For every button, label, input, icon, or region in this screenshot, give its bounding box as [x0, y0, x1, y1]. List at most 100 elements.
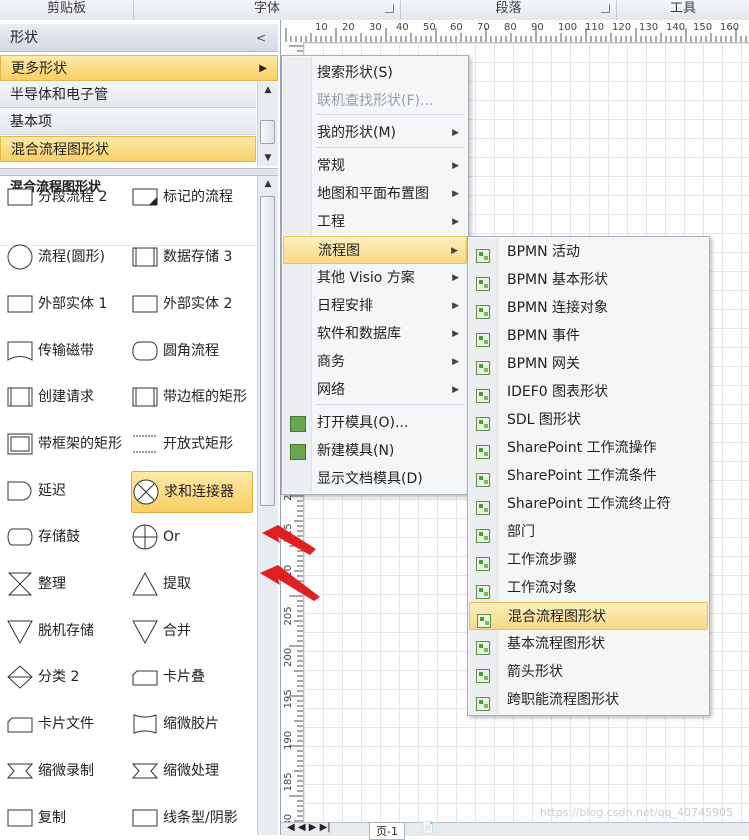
dialog-launcher-icon[interactable] [385, 4, 394, 13]
ruler-label: 10 [315, 22, 328, 33]
more-shapes-button[interactable]: 更多形状 ▶ [0, 55, 278, 81]
shape-label: 合并 [163, 622, 191, 639]
shape-item[interactable]: 缩微处理 [131, 751, 253, 791]
shape-item[interactable]: 脱机存储 [6, 611, 128, 651]
shape-item[interactable]: 卡片文件 [6, 704, 128, 744]
shape-item[interactable]: 存储鼓 [6, 517, 128, 557]
shape-item[interactable]: 外部实体 1 [6, 284, 128, 324]
menu-item[interactable]: 商务 ▶ [283, 348, 467, 376]
scrollbar-thumb[interactable] [260, 120, 275, 144]
submenu-arrow-icon: ▶ [452, 189, 459, 199]
ribbon-group-label: 剪贴板 [46, 1, 86, 16]
menu-item[interactable]: 我的形状(M) ▶ [283, 119, 467, 147]
menu-item[interactable]: 打开模具(O)... [283, 409, 467, 437]
shape-icon [131, 763, 159, 779]
shape-item[interactable]: 流程(圆形) [6, 237, 128, 277]
shape-item[interactable]: 带边框的矩形 [131, 377, 253, 417]
shape-item[interactable]: 分段流程 2 [6, 177, 128, 217]
shape-item[interactable]: 外部实体 2 [131, 284, 253, 324]
submenu-arrow-icon: ▶ [452, 357, 459, 367]
menu-item[interactable]: 地图和平面布置图 ▶ [283, 180, 467, 208]
submenu-item[interactable]: 部门 [469, 518, 708, 546]
menu-item-label: 其他 Visio 方案 [317, 270, 415, 286]
submenu-item-label: SharePoint 工作流终止符 [507, 496, 671, 512]
stencil-icon [476, 665, 490, 683]
collapse-panel-icon[interactable]: < [256, 24, 266, 52]
shape-item[interactable]: 标记的流程 [131, 177, 253, 217]
shape-item[interactable]: 数据存储 3 [131, 237, 253, 277]
submenu-item[interactable]: 工作流对象 [469, 574, 708, 602]
submenu-item-label: SharePoint 工作流操作 [507, 440, 657, 456]
ruler-label: 150 [693, 22, 712, 33]
submenu-item[interactable]: BPMN 活动 [469, 238, 708, 266]
shape-item[interactable]: Or [131, 517, 253, 557]
insert-page-icon[interactable]: 📄 [421, 821, 435, 834]
menu-item-label: 常规 [317, 158, 345, 174]
scroll-up-icon[interactable]: ▲ [258, 176, 278, 192]
menu-item[interactable]: 其他 Visio 方案 ▶ [283, 264, 467, 292]
stencil-label: 混合流程图形状 [11, 142, 109, 158]
menu-item[interactable]: 软件和数据库 ▶ [283, 320, 467, 348]
ribbon-group-label: 工具 [669, 1, 696, 16]
menu-item-label: 搜索形状(S) [317, 65, 393, 81]
scroll-up-icon[interactable]: ▲ [258, 82, 278, 98]
shape-item[interactable]: 分类 2 [6, 657, 128, 697]
submenu-item[interactable]: BPMN 网关 [469, 350, 708, 378]
submenu-item[interactable]: 跨职能流程图形状 [469, 686, 708, 714]
menu-item[interactable]: 网络 ▶ [283, 376, 467, 404]
shape-item[interactable]: 传输磁带 [6, 331, 128, 371]
scroll-down-icon[interactable]: ▼ [258, 150, 278, 166]
shapes-list-scrollbar[interactable]: ▲ [257, 176, 278, 835]
shape-item[interactable]: 线条型/阴影 [131, 798, 253, 838]
menu-item[interactable]: 新建模具(N) [283, 437, 467, 465]
submenu-item[interactable]: SharePoint 工作流操作 [469, 434, 708, 462]
menu-item[interactable]: 显示文档模具(D) [283, 465, 467, 493]
menu-item[interactable]: 流程图 ▶ [283, 236, 467, 264]
page-tab[interactable]: 页-1 [369, 822, 405, 840]
dialog-launcher-icon[interactable] [601, 4, 610, 13]
shape-item[interactable]: 延迟 [6, 471, 128, 511]
menu-item[interactable]: 搜索形状(S) [283, 59, 467, 87]
ribbon-group-label: 字体 [253, 1, 280, 16]
scrollbar-thumb[interactable] [260, 196, 275, 506]
panel-splitter[interactable] [0, 168, 278, 176]
shape-item[interactable]: 创建请求 [6, 377, 128, 417]
shape-label: 标记的流程 [163, 188, 233, 205]
submenu-item[interactable]: IDEF0 图表形状 [469, 378, 708, 406]
shape-item[interactable]: 带框架的矩形 [6, 424, 128, 464]
shape-item[interactable]: 开放式矩形 [131, 424, 253, 464]
submenu-item[interactable]: BPMN 基本形状 [469, 266, 708, 294]
shape-item[interactable]: 圆角流程 [131, 331, 253, 371]
stencil-icon [476, 301, 490, 319]
submenu-item[interactable]: 基本流程图形状 [469, 630, 708, 658]
ruler-label: 100 [558, 22, 577, 33]
submenu-item[interactable]: SDL 图形状 [469, 406, 708, 434]
submenu-item[interactable]: 混合流程图形状 [469, 602, 708, 630]
shape-item[interactable]: 求和连接器 [131, 471, 253, 513]
shape-item[interactable]: 合并 [131, 611, 253, 651]
shape-item[interactable]: 整理 [6, 564, 128, 604]
submenu-arrow-icon: ▶ [452, 385, 459, 395]
submenu-item[interactable]: BPMN 事件 [469, 322, 708, 350]
menu-item[interactable]: 常规 ▶ [283, 152, 467, 180]
submenu-item[interactable]: SharePoint 工作流条件 [469, 462, 708, 490]
stencil-item-mixed-flowchart[interactable]: 混合流程图形状 [0, 136, 256, 162]
shape-item[interactable]: 卡片叠 [131, 657, 253, 697]
submenu-item[interactable]: SharePoint 工作流终止符 [469, 490, 708, 518]
menu-item[interactable]: 日程安排 ▶ [283, 292, 467, 320]
shape-item[interactable]: 提取 [131, 564, 253, 604]
ribbon-group-paragraph: 段落 [401, 0, 617, 20]
shape-item[interactable]: 缩微胶片 [131, 704, 253, 744]
stencil-list-scrollbar[interactable]: ▲ ▼ [257, 82, 278, 166]
page-nav-icon[interactable]: ◀ ◀ ▶ ▶| [287, 822, 331, 833]
shape-label: 线条型/阴影 [163, 809, 238, 826]
submenu-item[interactable]: BPMN 连接对象 [469, 294, 708, 322]
shape-icon [7, 244, 33, 270]
submenu-item[interactable]: 箭头形状 [469, 658, 708, 686]
stencil-item-basic[interactable]: 基本项 [0, 109, 256, 135]
submenu-item[interactable]: 工作流步骤 [469, 546, 708, 574]
stencil-item-semiconductor[interactable]: 半导体和电子管 [0, 82, 256, 108]
menu-item[interactable]: 工程 ▶ [283, 208, 467, 236]
shape-item[interactable]: 复制 [6, 798, 128, 838]
shape-item[interactable]: 缩微录制 [6, 751, 128, 791]
